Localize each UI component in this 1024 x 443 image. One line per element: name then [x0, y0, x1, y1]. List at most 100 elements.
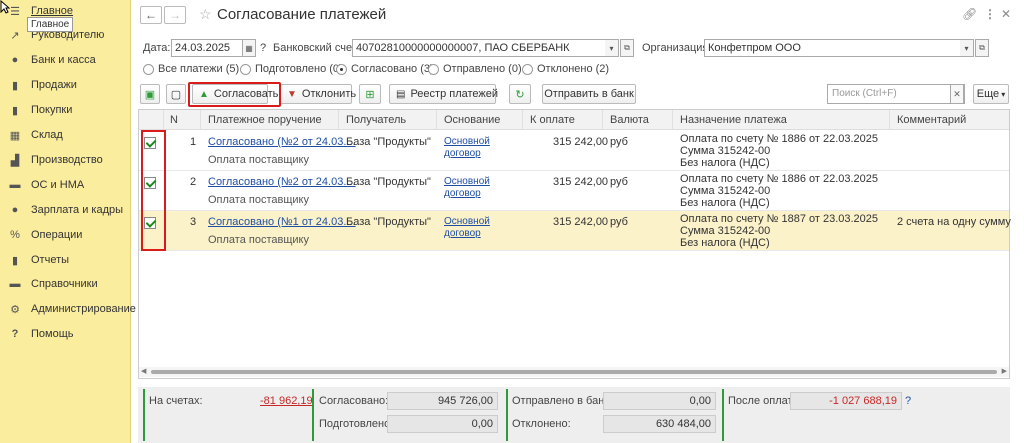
payment-order-sub: Оплата поставщику	[208, 154, 309, 166]
truck-icon: ▬	[9, 179, 21, 191]
chevron-down-icon[interactable]: ▾	[960, 39, 974, 57]
basis-link[interactable]: Основной	[444, 176, 490, 187]
sidebar-item-label: Банк и касса	[31, 54, 96, 66]
sidebar-item-admin[interactable]: ⚙ Администрирование	[0, 298, 136, 320]
divider	[522, 110, 523, 130]
refresh-button[interactable]: ↻	[509, 84, 531, 104]
radio-label: Отправлено (0)	[443, 63, 522, 75]
radio-prepared[interactable]: Подготовлено (0)	[240, 63, 343, 75]
table-row[interactable]: 2 Согласовано (№2 от 24.03.... Оплата по…	[139, 171, 1009, 211]
more-vertical-icon[interactable]: ⋮	[984, 7, 996, 21]
organization-label: Организация:	[642, 42, 712, 54]
sidebar-item-bank[interactable]: ● Банк и касса	[0, 49, 131, 71]
date-label: Дата:	[143, 42, 171, 54]
basis-link[interactable]: договор	[444, 188, 481, 199]
horizontal-scrollbar[interactable]: ◀ ▶	[139, 367, 1009, 377]
bag-icon: ▮	[11, 79, 19, 92]
mouse-cursor-icon	[0, 0, 10, 14]
checkbox-highlight	[141, 130, 166, 251]
back-button[interactable]: ←	[140, 6, 162, 24]
payment-order-link[interactable]: Согласовано (№2 от 24.03....	[208, 176, 356, 188]
accounts-value[interactable]: -81 962,19	[260, 395, 313, 407]
help-icon[interactable]: ?	[905, 395, 911, 407]
close-icon[interactable]: ✕	[1001, 7, 1011, 21]
sidebar-item-label: Справочники	[31, 278, 98, 290]
col-recipient[interactable]: Получатель	[346, 114, 406, 126]
radio-all[interactable]: Все платежи (5)	[143, 63, 239, 75]
radio-rejected[interactable]: Отклонено (2)	[522, 63, 609, 75]
col-currency[interactable]: Валюта	[610, 114, 649, 126]
star-icon[interactable]: ☆	[199, 6, 212, 23]
account-field[interactable]: 40702810000000000007, ПАО СБЕРБАНК	[352, 39, 616, 57]
open-icon[interactable]: ⧉	[620, 39, 634, 57]
calendar-icon[interactable]: ▦	[242, 39, 256, 57]
sidebar-item-operations[interactable]: % Операции	[0, 224, 131, 246]
payment-order-link[interactable]: Согласовано (№2 от 24.03....	[208, 136, 356, 148]
sidebar-item-help[interactable]: ? Помощь	[0, 323, 131, 345]
thumbs-down-icon: ▼	[287, 88, 297, 100]
sidebar-item-purchases[interactable]: ▮ Покупки	[0, 99, 131, 121]
purpose-line: Оплата по счету № 1886 от 22.03.2025	[680, 133, 879, 145]
approve-button[interactable]: ▲ Согласовать	[192, 84, 278, 104]
radio-sent[interactable]: Отправлено (0)	[428, 63, 522, 75]
payment-order-link[interactable]: Согласовано (№1 от 24.03....	[208, 216, 356, 228]
sidebar-item-production[interactable]: ▟ Производство	[0, 149, 131, 171]
link-icon[interactable]: 🔗︎	[962, 7, 977, 21]
forward-button[interactable]: →	[164, 6, 186, 24]
add-comment-icon: ⊞	[365, 88, 375, 101]
sidebar-item-references[interactable]: ▬ Справочники	[0, 273, 131, 295]
col-n[interactable]: N	[170, 114, 178, 126]
basis-link[interactable]: Основной	[444, 136, 490, 147]
scroll-left-icon[interactable]: ◀	[141, 367, 146, 375]
send-to-bank-button[interactable]: Отправить в банк	[542, 84, 636, 104]
page-title: Согласование платежей	[217, 6, 387, 23]
col-basis[interactable]: Основание	[444, 114, 500, 126]
sidebar-item-label: Операции	[31, 229, 83, 241]
more-label: Еще	[976, 88, 1000, 100]
currency: руб	[610, 136, 628, 148]
registry-label: Реестр платежей	[410, 88, 499, 100]
table-row[interactable]: 1 Согласовано (№2 от 24.03.... Оплата по…	[139, 131, 1009, 171]
basis-link[interactable]: договор	[444, 148, 481, 159]
organization-field[interactable]: Конфетпром ООО	[704, 39, 972, 57]
warehouse-icon: ▦	[9, 129, 21, 142]
basis-link[interactable]: договор	[444, 228, 481, 239]
chevron-down-icon[interactable]: ▾	[605, 39, 619, 57]
sidebar-item-sales[interactable]: ▮ Продажи	[0, 74, 131, 96]
totals-panel: На счетах: -81 962,19 Согласовано: 945 7…	[138, 387, 1010, 443]
col-purpose[interactable]: Назначение платежа	[680, 114, 787, 126]
payment-order-sub: Оплата поставщику	[208, 194, 309, 206]
printer-icon: ▤	[396, 88, 406, 100]
reject-button[interactable]: ▼ Отклонить	[280, 84, 356, 104]
scroll-right-icon[interactable]: ▶	[1002, 367, 1007, 375]
col-order[interactable]: Платежное поручение	[208, 114, 322, 126]
send-to-bank-label: Отправить в банк	[544, 88, 634, 100]
sidebar-item-assets[interactable]: ▬ ОС и НМА	[0, 174, 131, 196]
col-amount[interactable]: К оплате	[530, 114, 575, 126]
sidebar-item-label: Покупки	[31, 104, 73, 116]
open-icon[interactable]: ⧉	[975, 39, 989, 57]
sidebar-item-label: Производство	[31, 154, 103, 166]
help-icon[interactable]: ?	[260, 42, 266, 54]
accounts-label: На счетах:	[149, 395, 203, 407]
select-all-button[interactable]: ▣	[140, 84, 160, 104]
date-field[interactable]: 24.03.2025	[171, 39, 243, 57]
basis-link[interactable]: Основной	[444, 216, 490, 227]
registry-button[interactable]: ▤ Реестр платежей	[389, 84, 499, 104]
col-comment[interactable]: Комментарий	[897, 114, 966, 126]
sidebar-item-salary[interactable]: ● Зарплата и кадры	[0, 199, 131, 221]
more-button[interactable]: Еще ▾	[973, 84, 1009, 104]
sidebar-item-reports[interactable]: ▮ Отчеты	[0, 249, 131, 271]
sidebar-item-warehouse[interactable]: ▦ Склад	[0, 124, 131, 146]
uncheck-all-button[interactable]: ▢	[166, 84, 186, 104]
table-row[interactable]: 3 Согласовано (№1 от 24.03.... Оплата по…	[139, 211, 1011, 251]
add-comment-button[interactable]: ⊞	[359, 84, 381, 104]
radio-approved[interactable]: Согласовано (3)	[336, 63, 434, 75]
comment: 2 счета на одну сумму	[897, 216, 1011, 228]
search-input[interactable]: Поиск (Ctrl+F)	[827, 84, 965, 104]
prepared-label: Подготовлено:	[319, 418, 394, 430]
clear-search-icon[interactable]: ✕	[950, 84, 964, 104]
scrollbar-thumb[interactable]	[151, 370, 997, 374]
payments-table: N Платежное поручение Получатель Основан…	[138, 109, 1011, 379]
reject-label: Отклонить	[301, 88, 357, 100]
